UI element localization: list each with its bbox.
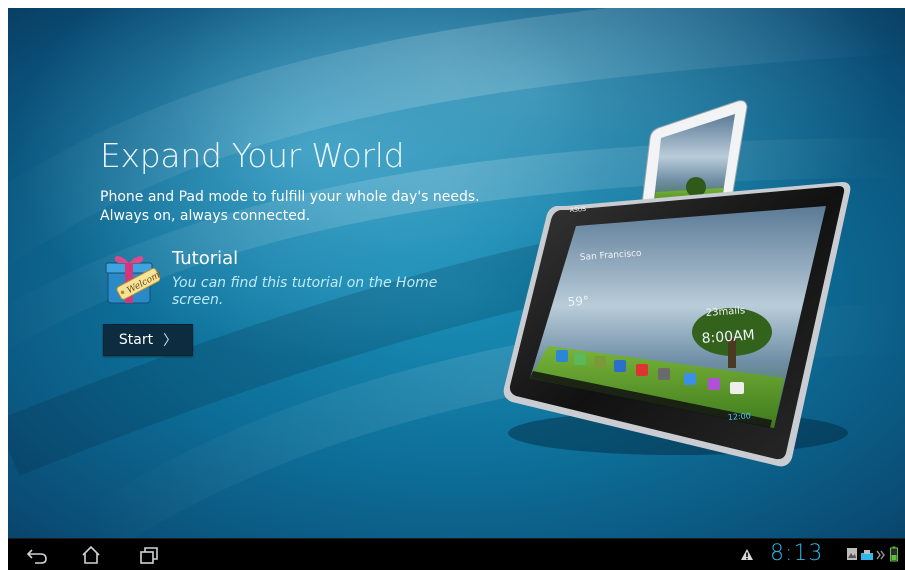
start-button-label: Start: [118, 332, 154, 348]
back-icon[interactable]: [26, 545, 48, 565]
dock-icon[interactable]: [860, 549, 874, 561]
tutorial-description: You can find this tutorial on the Home s…: [172, 275, 438, 308]
page-title: Expand Your World: [100, 136, 405, 175]
system-navigation-bar: 8:13: [8, 538, 905, 570]
page-subtitle: Phone and Pad mode to fulfill your whole…: [100, 188, 520, 226]
subtitle-line: Always on, always connected.: [100, 208, 311, 224]
svg-text:ASUS: ASUS: [570, 206, 587, 214]
start-button[interactable]: Start 〉: [103, 324, 193, 356]
home-icon[interactable]: [80, 545, 102, 565]
tutorial-title: Tutorial: [172, 248, 239, 269]
overflow-icon[interactable]: [876, 549, 886, 561]
recent-apps-icon[interactable]: [138, 545, 160, 565]
welcome-gift-icon: Welcome: [105, 256, 160, 304]
welcome-screen: Expand Your World Phone and Pad mode to …: [8, 8, 905, 569]
padfone-devices-image: ASUS San Francisco 59° 23mails 8:00AM 12…: [503, 100, 851, 467]
battery-icon[interactable]: [890, 546, 898, 562]
svg-text:12:00: 12:00: [728, 411, 752, 422]
svg-text:59°: 59°: [567, 294, 589, 309]
chevron-right-icon: 〉: [163, 333, 178, 349]
status-clock[interactable]: 8:13: [770, 541, 823, 566]
warning-icon[interactable]: [740, 548, 754, 561]
subtitle-line: Phone and Pad mode to fulfill your whole…: [100, 189, 480, 205]
image-notification-icon[interactable]: [846, 547, 858, 561]
